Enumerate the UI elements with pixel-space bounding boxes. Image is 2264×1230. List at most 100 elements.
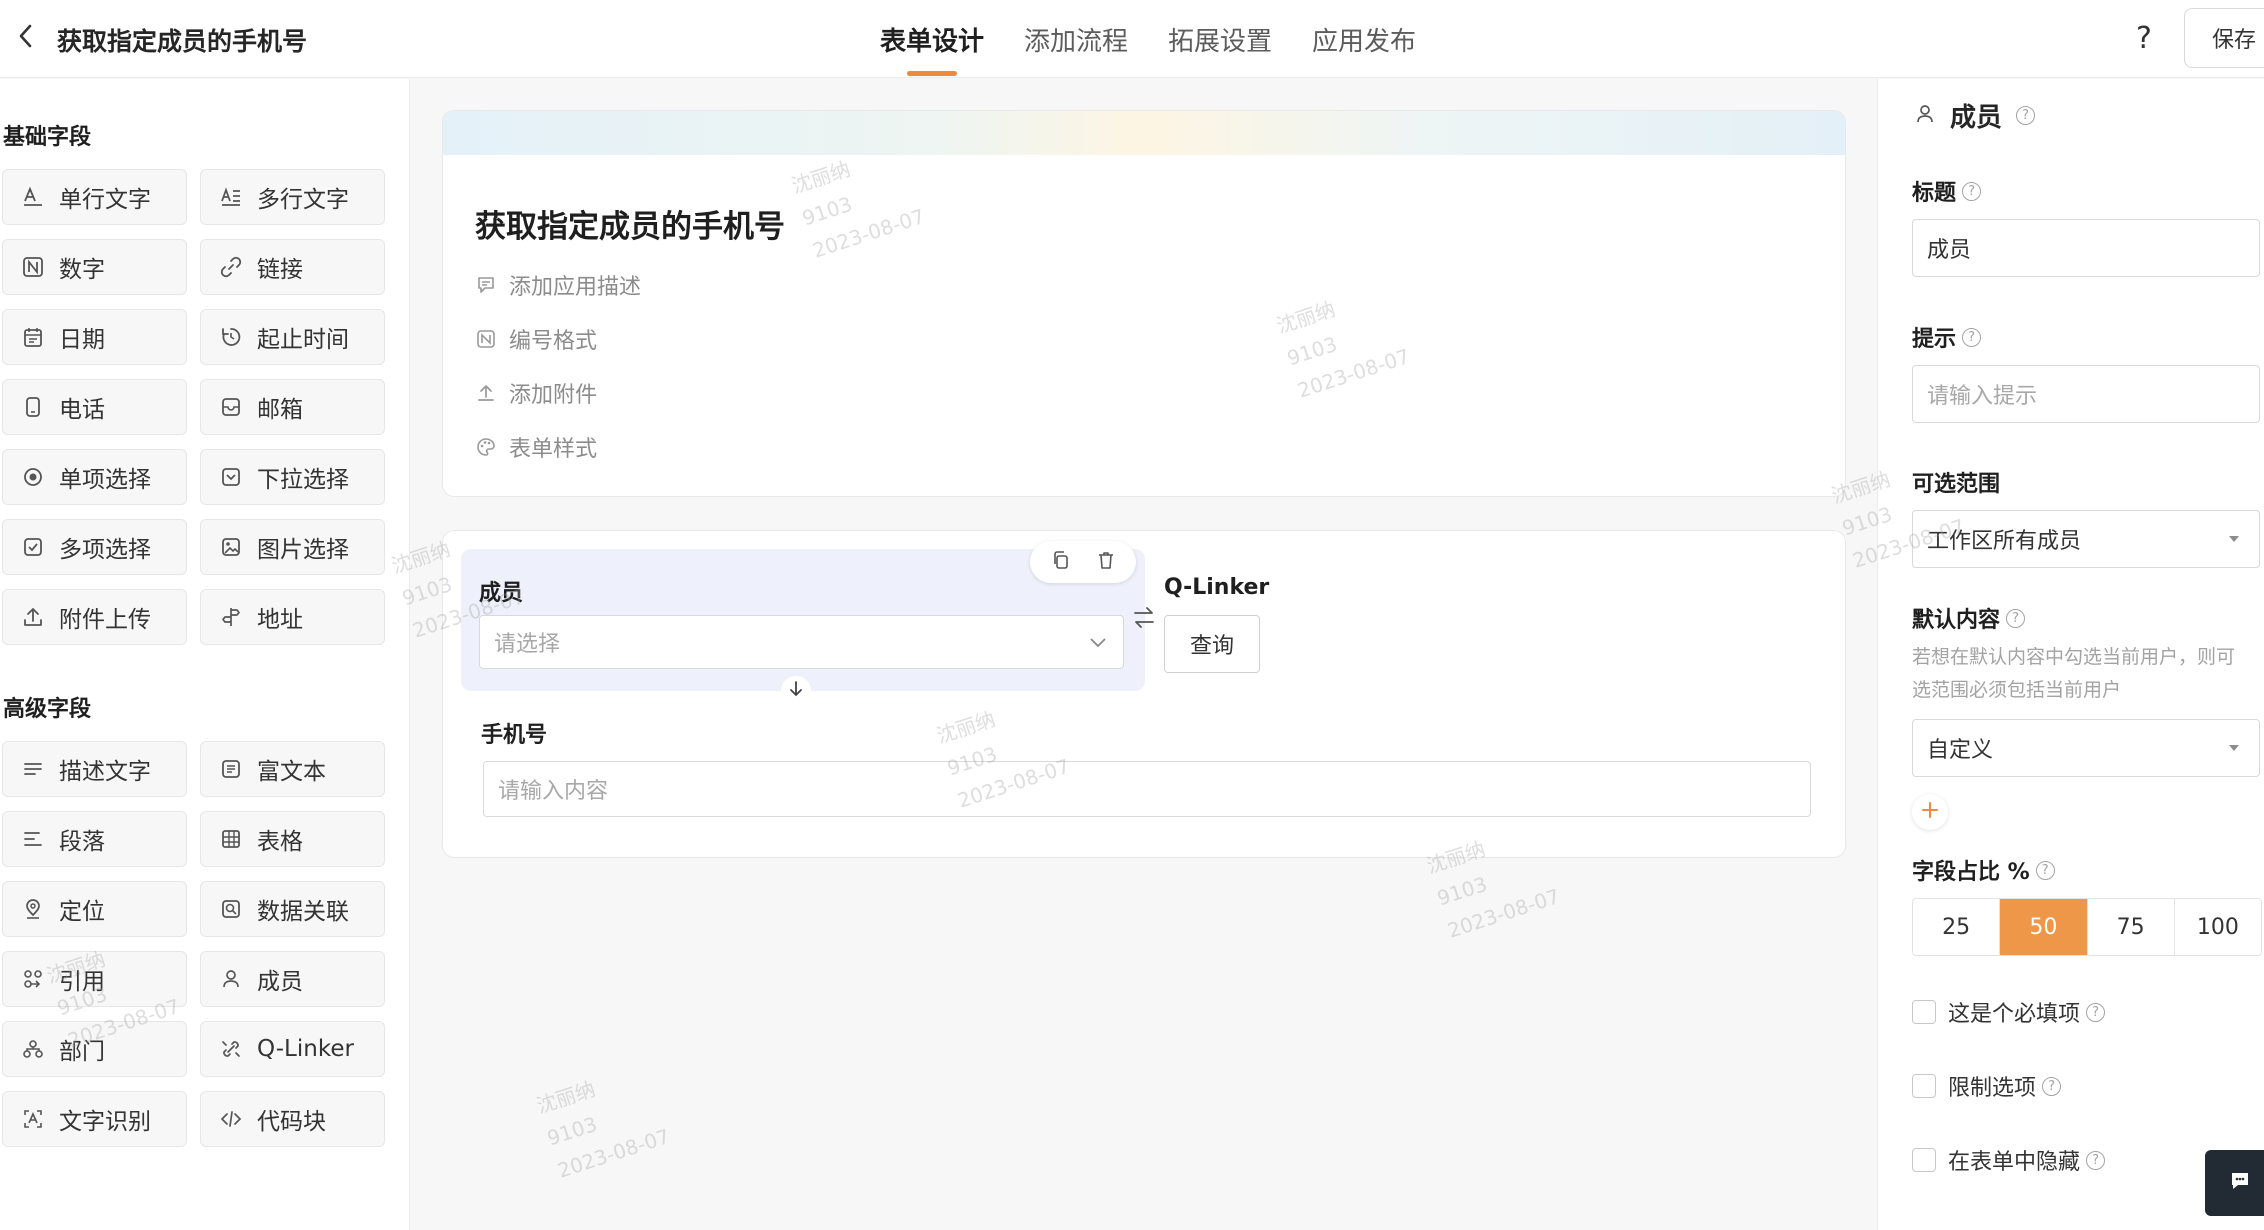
delete-field-button[interactable] bbox=[1091, 547, 1121, 577]
hint-label: 提示 ? bbox=[1912, 321, 1982, 353]
radio-icon bbox=[21, 465, 45, 489]
chat-icon bbox=[2228, 1169, 2252, 1197]
calendar-icon bbox=[21, 325, 45, 349]
default-content-select[interactable]: 自定义 bbox=[1912, 719, 2260, 777]
field-time-range[interactable]: 起止时间 bbox=[200, 309, 385, 365]
tab-form-design[interactable]: 表单设计 bbox=[860, 0, 1004, 78]
ratio-option-75[interactable]: 75 bbox=[2087, 899, 2175, 955]
chat-support-button[interactable] bbox=[2205, 1150, 2264, 1216]
data-link-icon bbox=[219, 897, 243, 921]
field-department[interactable]: 部门 bbox=[2, 1021, 187, 1077]
phone-icon bbox=[21, 395, 45, 419]
copy-icon bbox=[1051, 550, 1071, 574]
field-toolbar bbox=[1030, 541, 1136, 583]
move-down-button[interactable] bbox=[781, 676, 811, 706]
field-location[interactable]: 定位 bbox=[2, 881, 187, 937]
ratio-option-50[interactable]: 50 bbox=[2000, 899, 2088, 955]
field-data-link[interactable]: 数据关联 bbox=[200, 881, 385, 937]
field-description[interactable]: 描述文字 bbox=[2, 741, 187, 797]
member-field-label: 成员 bbox=[479, 581, 524, 606]
reference-icon bbox=[21, 967, 45, 991]
default-content-description: 若想在默认内容中勾选当前用户，则可选范围必须包括当前用户 bbox=[1912, 646, 2236, 701]
field-table[interactable]: 表格 bbox=[200, 811, 385, 867]
address-icon bbox=[219, 605, 243, 629]
help-circle-icon[interactable]: ? bbox=[2016, 106, 2036, 125]
image-icon bbox=[219, 535, 243, 559]
help-circle-icon[interactable]: ? bbox=[2086, 1002, 2106, 1022]
field-multi-line-text[interactable]: 多行文字 bbox=[200, 169, 385, 225]
tab-add-workflow[interactable]: 添加流程 bbox=[1004, 0, 1148, 78]
property-panel: 成员 ? 标题 ? 成员 提示 ? 请输入提示 可选范围 工作区所有成员 默认内… bbox=[1877, 79, 2264, 1230]
plus-icon bbox=[1920, 800, 1940, 824]
field-attachment-upload[interactable]: 附件上传 bbox=[2, 589, 187, 645]
field-member[interactable]: 成员 bbox=[200, 951, 385, 1007]
form-style[interactable]: 表单样式 bbox=[475, 431, 597, 463]
checkbox[interactable] bbox=[1912, 1000, 1936, 1024]
save-button[interactable]: 保存 bbox=[2184, 8, 2264, 68]
field-link[interactable]: 链接 bbox=[200, 239, 385, 295]
time-range-icon bbox=[219, 325, 243, 349]
checkbox[interactable] bbox=[1912, 1074, 1936, 1098]
property-field-name: 成员 bbox=[1950, 103, 2003, 133]
help-circle-icon[interactable]: ? bbox=[1962, 327, 1982, 347]
ratio-option-100[interactable]: 100 bbox=[2174, 899, 2261, 955]
field-code-block[interactable]: 代码块 bbox=[200, 1091, 385, 1147]
field-phone[interactable]: 电话 bbox=[2, 379, 187, 435]
field-multi-choice[interactable]: 多项选择 bbox=[2, 519, 187, 575]
field-single-choice[interactable]: 单项选择 bbox=[2, 449, 187, 505]
field-address[interactable]: 地址 bbox=[200, 589, 385, 645]
field-qlinker[interactable]: Q-Linker bbox=[200, 1021, 385, 1077]
upload-icon bbox=[21, 605, 45, 629]
field-reference[interactable]: 引用 bbox=[2, 951, 187, 1007]
qlinker-icon bbox=[219, 1037, 243, 1061]
field-date[interactable]: 日期 bbox=[2, 309, 187, 365]
range-select[interactable]: 工作区所有成员 bbox=[1912, 510, 2260, 568]
help-circle-icon[interactable]: ? bbox=[2086, 1150, 2106, 1170]
hint-input[interactable]: 请输入提示 bbox=[1912, 365, 2260, 423]
query-button[interactable]: 查询 bbox=[1164, 615, 1260, 673]
member-select[interactable]: 请选择 bbox=[479, 615, 1124, 669]
back-button[interactable] bbox=[8, 20, 44, 56]
form-fields-card: 成员 请选择 Q-Linker 查询 手机号 请输入内容 bbox=[442, 530, 1846, 858]
help-button[interactable]: ? bbox=[2126, 18, 2162, 58]
field-rich-text[interactable]: 富文本 bbox=[200, 741, 385, 797]
form-header-banner bbox=[443, 111, 1845, 155]
limit-options-checkbox[interactable]: 限制选项 ? bbox=[1912, 1070, 2062, 1102]
checkbox[interactable] bbox=[1912, 1148, 1936, 1172]
field-mailbox[interactable]: 邮箱 bbox=[200, 379, 385, 435]
field-number[interactable]: 数字 bbox=[2, 239, 187, 295]
basic-fields-title: 基础字段 bbox=[3, 125, 92, 150]
description-icon bbox=[21, 757, 45, 781]
caret-down-icon bbox=[2229, 745, 2239, 751]
help-circle-icon[interactable]: ? bbox=[2006, 608, 2026, 628]
tab-app-publish[interactable]: 应用发布 bbox=[1292, 0, 1436, 78]
app-title: 获取指定成员的手机号 bbox=[57, 27, 308, 56]
help-circle-icon[interactable]: ? bbox=[1962, 181, 1982, 201]
phone-input[interactable]: 请输入内容 bbox=[483, 761, 1811, 817]
tab-extension-settings[interactable]: 拓展设置 bbox=[1148, 0, 1292, 78]
form-title[interactable]: 获取指定成员的手机号 bbox=[475, 201, 785, 246]
field-ocr[interactable]: 文字识别 bbox=[2, 1091, 187, 1147]
field-paragraph[interactable]: 段落 bbox=[2, 811, 187, 867]
multi-line-text-icon bbox=[219, 185, 243, 209]
number-icon bbox=[21, 255, 45, 279]
qlinker-field-label: Q-Linker bbox=[1164, 575, 1270, 600]
copy-field-button[interactable] bbox=[1046, 547, 1076, 577]
add-attachment[interactable]: 添加附件 bbox=[475, 377, 597, 409]
required-checkbox[interactable]: 这是个必填项 ? bbox=[1912, 996, 2106, 1028]
help-circle-icon[interactable]: ? bbox=[2035, 860, 2055, 880]
title-input[interactable]: 成员 bbox=[1912, 219, 2260, 277]
field-image-choice[interactable]: 图片选择 bbox=[200, 519, 385, 575]
add-default-button[interactable] bbox=[1912, 794, 1948, 830]
field-dropdown[interactable]: 下拉选择 bbox=[200, 449, 385, 505]
ratio-option-25[interactable]: 25 bbox=[1913, 899, 2001, 955]
main-tabs: 表单设计 添加流程 拓展设置 应用发布 bbox=[860, 0, 1436, 78]
hide-in-form-checkbox[interactable]: 在表单中隐藏 ? bbox=[1912, 1144, 2106, 1176]
number-format[interactable]: 编号格式 bbox=[475, 323, 597, 355]
phone-field-label: 手机号 bbox=[481, 723, 548, 748]
ocr-icon bbox=[21, 1107, 45, 1131]
swap-icon[interactable] bbox=[1132, 605, 1156, 635]
field-single-line-text[interactable]: 单行文字 bbox=[2, 169, 187, 225]
help-circle-icon[interactable]: ? bbox=[2042, 1076, 2062, 1096]
add-app-description[interactable]: 添加应用描述 bbox=[475, 269, 641, 301]
